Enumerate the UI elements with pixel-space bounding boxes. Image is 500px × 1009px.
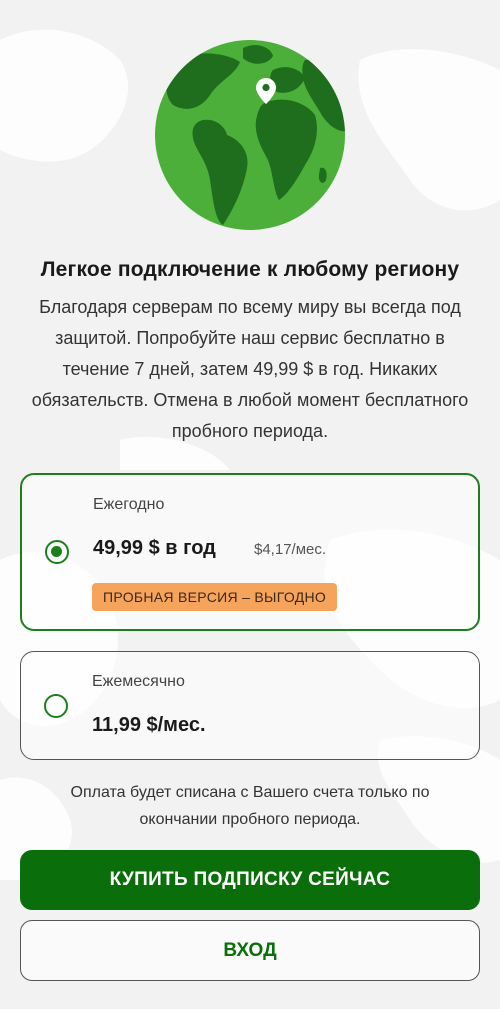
buy-subscription-button[interactable]: КУПИТЬ ПОДПИСКУ СЕЙЧАС [20, 850, 480, 910]
plan-price-monthly: 11,99 $/мес. [92, 714, 206, 736]
login-button[interactable]: ВХОД [20, 920, 480, 981]
trial-badge: ПРОБНАЯ ВЕРСИЯ – ВЫГОДНО [92, 583, 338, 611]
plan-per-month-price: $4,17/мес. [254, 541, 327, 558]
page-title: Легкое подключение к любому региону [40, 258, 460, 281]
location-pin-icon [256, 78, 276, 104]
globe-icon [155, 40, 345, 230]
plan-option-monthly[interactable]: Ежемесячно 11,99 $/мес. [20, 651, 480, 760]
plan-option-yearly[interactable]: Ежегодно 49,99 $ в год $4,17/мес. ПРОБНА… [20, 473, 480, 631]
plan-label-yearly: Ежегодно [93, 496, 165, 513]
radio-dot [51, 546, 62, 557]
plan-label-monthly: Ежемесячно [92, 673, 185, 690]
plan-price-yearly: 49,99 $ в год [93, 537, 216, 559]
radio-monthly[interactable] [44, 694, 68, 718]
billing-note: Оплата будет списана с Вашего счета толь… [70, 784, 430, 828]
radio-yearly-selected[interactable] [45, 540, 69, 564]
description-text: Благодаря серверам по всему миру вы всег… [31, 297, 469, 441]
